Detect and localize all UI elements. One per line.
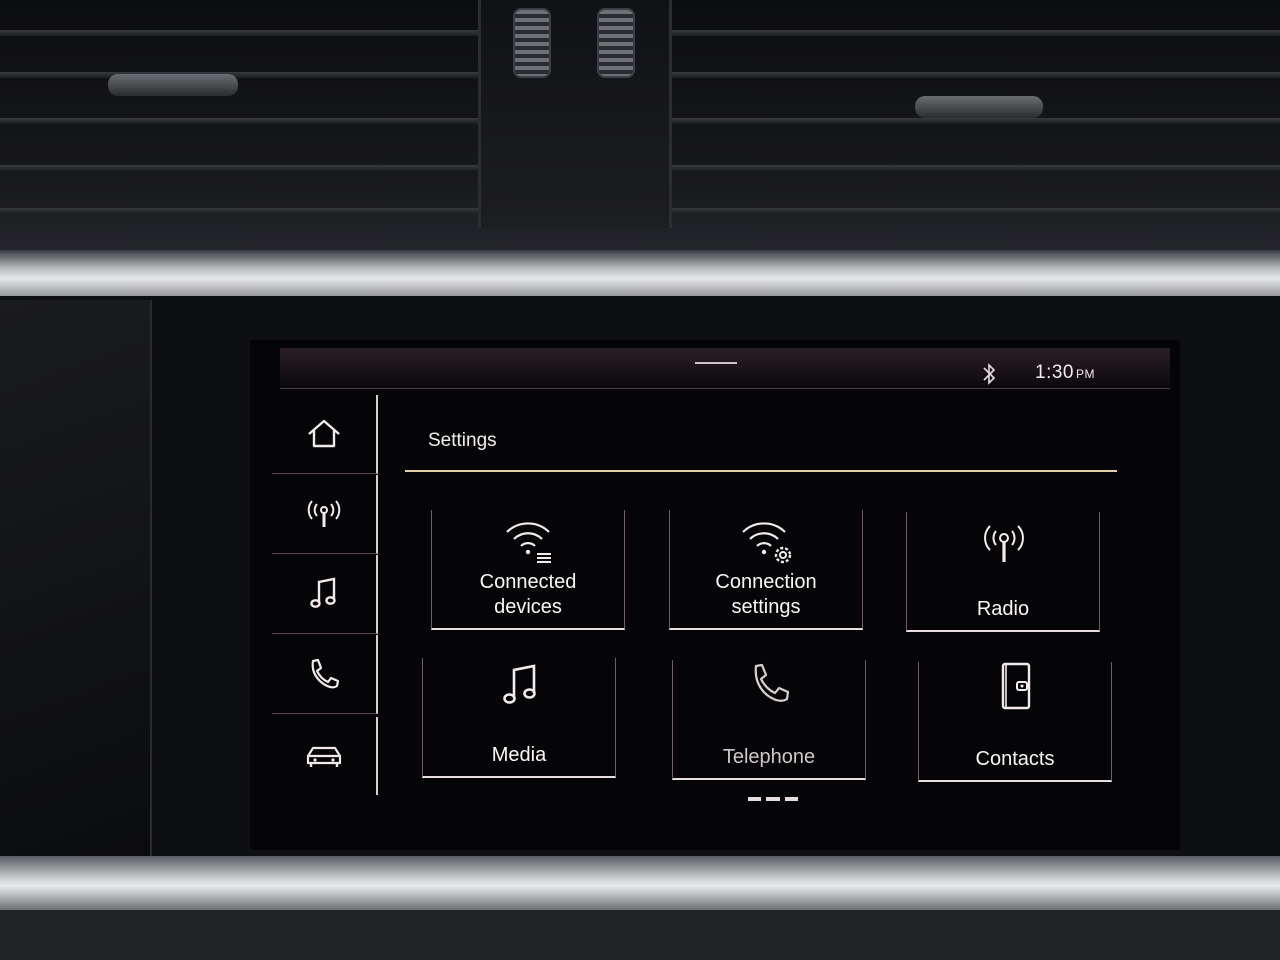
tile-connected-devices[interactable]: Connected devices <box>431 510 625 630</box>
tile-label-line2: devices <box>494 596 562 618</box>
pull-down-handle[interactable] <box>695 362 737 364</box>
tile-label: Radio <box>907 597 1099 622</box>
page-dot <box>766 797 780 801</box>
tile-radio[interactable]: Radio <box>906 512 1100 632</box>
clock: 1:30 PM <box>1035 362 1095 384</box>
nav-item-media[interactable] <box>272 555 378 634</box>
nav-item-car[interactable] <box>272 717 378 795</box>
phone-icon <box>311 658 340 689</box>
vent-wheel <box>513 8 551 78</box>
tile-label: Connected devices <box>432 570 624 620</box>
tile-label: Connection settings <box>670 570 862 620</box>
page-dot <box>748 797 762 801</box>
infotainment-screen: 1:30 PM Settings Connected devices Conne… <box>250 340 1180 850</box>
clock-time: 1:30 <box>1035 362 1074 383</box>
nav-item-telephone[interactable] <box>272 635 378 714</box>
header-divider <box>405 470 1117 472</box>
music-note-icon <box>503 664 536 704</box>
clock-ampm: PM <box>1075 367 1095 381</box>
chrome-trim-bottom <box>0 856 1280 910</box>
left-glass-panel <box>0 300 152 860</box>
tile-telephone[interactable]: Telephone <box>672 660 866 780</box>
tile-label: Contacts <box>919 747 1111 772</box>
chrome-trim-top <box>0 250 1280 302</box>
radio-antenna-icon <box>307 500 341 527</box>
radio-antenna-icon <box>984 525 1024 562</box>
music-note-icon <box>310 577 336 608</box>
tile-label-line1: Telephone <box>722 746 816 768</box>
bluetooth-icon <box>983 363 996 385</box>
vent-control-block <box>478 0 672 228</box>
vent-adjust-tab <box>915 96 1043 118</box>
nav-item-radio[interactable] <box>272 475 378 554</box>
tile-media[interactable]: Media <box>422 658 616 778</box>
vent-wheel <box>597 8 635 78</box>
phone-icon <box>754 663 790 702</box>
contacts-book-icon <box>1001 662 1031 710</box>
page-title: Settings <box>428 430 497 451</box>
air-vent-panel <box>0 0 1280 250</box>
tile-label: Telephone <box>673 745 865 770</box>
tile-label-line1: Connection <box>715 571 817 593</box>
tile-label-line1: Contacts <box>975 748 1055 770</box>
wifi-gear-icon <box>742 522 792 564</box>
dashboard-lower <box>0 910 1280 960</box>
side-nav <box>272 395 378 807</box>
tile-connection-settings[interactable]: Connection settings <box>669 510 863 630</box>
tile-contacts[interactable]: Contacts <box>918 662 1112 782</box>
page-indicator <box>748 797 798 801</box>
wifi-devices-icon <box>506 522 551 563</box>
tile-label-line1: Connected <box>479 571 577 593</box>
nav-item-home[interactable] <box>272 395 378 474</box>
tile-label: Media <box>423 743 615 768</box>
car-icon <box>306 746 342 767</box>
tile-label-line1: Media <box>491 744 547 766</box>
home-icon <box>308 419 340 448</box>
page-dot <box>784 797 798 801</box>
vent-adjust-tab <box>108 74 238 96</box>
tile-label-line1: Radio <box>976 598 1030 620</box>
tile-label-line2: settings <box>731 596 801 618</box>
